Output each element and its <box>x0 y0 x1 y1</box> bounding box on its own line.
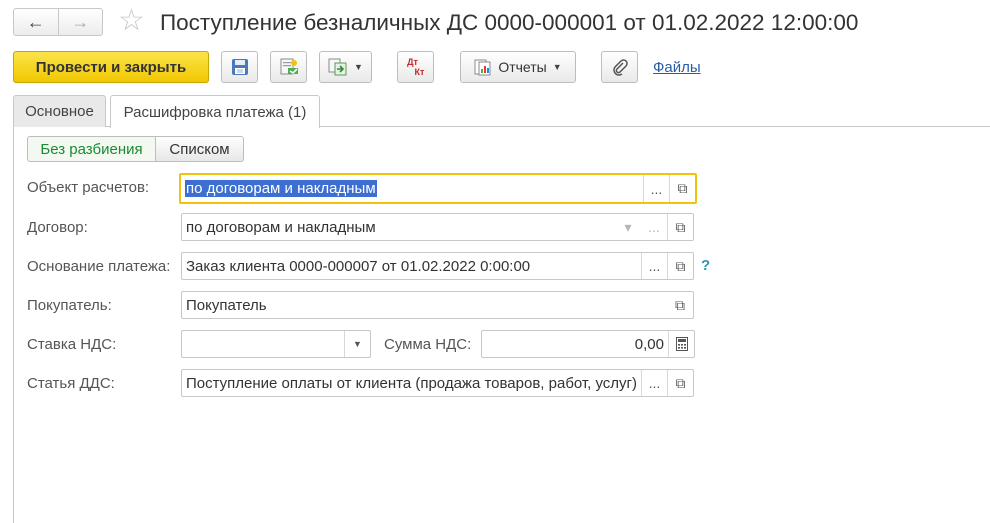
buyer-value: Покупатель <box>186 296 267 314</box>
post-and-close-button[interactable]: Провести и закрыть <box>13 51 209 83</box>
ellipsis-button[interactable]: ... <box>641 214 667 240</box>
basis-value: Заказ клиента 0000-000007 от 01.02.2022 … <box>186 257 531 275</box>
page-title: Поступление безналичных ДС 0000-000001 о… <box>160 10 859 35</box>
floppy-disk-icon <box>231 59 248 75</box>
no-split-option[interactable]: Без разбиения <box>27 136 156 162</box>
dropdown-arrow-icon[interactable]: ▾ <box>615 214 641 240</box>
back-button[interactable]: ← <box>14 9 58 35</box>
vat-rate-label: Ставка НДС: <box>27 336 117 353</box>
reports-icon <box>474 59 491 76</box>
post-document-icon <box>280 58 298 75</box>
chevron-down-icon: ▼ <box>354 62 363 72</box>
create-based-on-icon <box>328 58 347 76</box>
save-button[interactable] <box>221 51 258 83</box>
attach-button[interactable] <box>601 51 638 83</box>
contract-label: Договор: <box>27 219 88 236</box>
open-icon[interactable]: ⧉ <box>667 253 693 279</box>
arrow-left-icon: ← <box>26 11 45 32</box>
tab-payment-details[interactable]: Расшифровка платежа (1) <box>110 95 320 128</box>
open-icon[interactable]: ⧉ <box>667 370 693 396</box>
object-value: по договорам и накладным <box>185 180 377 197</box>
vat-rate-value <box>182 331 344 357</box>
ellipsis-button[interactable]: ... <box>641 370 667 396</box>
open-icon[interactable]: ⧉ <box>667 214 693 240</box>
vat-sum-value: 0,00 <box>634 335 664 353</box>
kt-label: Кт <box>414 67 425 77</box>
contract-field[interactable]: по договорам и накладным ▾ ... ⧉ <box>181 213 694 241</box>
cashflow-label: Статья ДДС: <box>27 375 115 392</box>
help-icon[interactable]: ? <box>701 257 710 274</box>
tab-main[interactable]: Основное <box>13 95 106 127</box>
create-based-on-button[interactable]: ▼ <box>319 51 372 83</box>
vat-rate-select[interactable]: ▼ <box>181 330 371 358</box>
object-label: Объект расчетов: <box>27 179 150 196</box>
vat-sum-label: Сумма НДС: <box>384 336 472 353</box>
reports-button[interactable]: Отчеты ▼ <box>460 51 576 83</box>
ellipsis-button[interactable]: ... <box>641 253 667 279</box>
calculator-button[interactable] <box>668 331 694 357</box>
forward-button[interactable]: → <box>57 9 103 35</box>
cashflow-field[interactable]: Поступление оплаты от клиента (продажа т… <box>181 369 694 397</box>
navigation-buttons: ← → <box>13 8 103 36</box>
dt-label: Дт <box>407 57 418 67</box>
arrow-right-icon: → <box>71 11 90 32</box>
paperclip-icon <box>612 59 628 76</box>
basis-label: Основание платежа: <box>27 258 171 275</box>
panel-left-border <box>13 126 14 523</box>
chevron-down-icon[interactable]: ▼ <box>344 331 370 357</box>
vat-sum-field[interactable]: 0,00 <box>481 330 695 358</box>
contract-value: по договорам и накладным <box>186 218 376 236</box>
buyer-field[interactable]: Покупатель ⧉ <box>181 291 694 319</box>
dt-kt-button[interactable]: Дт Кт <box>397 51 434 83</box>
list-option[interactable]: Списком <box>156 136 244 162</box>
star-icon[interactable]: ☆ <box>118 6 145 36</box>
open-icon[interactable]: ⧉ <box>669 175 695 202</box>
ellipsis-button[interactable]: ... <box>643 175 669 202</box>
post-document-button[interactable] <box>270 51 307 83</box>
open-icon[interactable]: ⧉ <box>667 292 693 318</box>
object-field[interactable]: по договорам и накладным ... ⧉ <box>179 173 697 204</box>
calculator-icon <box>675 337 688 351</box>
buyer-label: Покупатель: <box>27 297 112 314</box>
basis-field[interactable]: Заказ клиента 0000-000007 от 01.02.2022 … <box>181 252 694 280</box>
cashflow-value: Поступление оплаты от клиента (продажа т… <box>186 374 638 392</box>
reports-label: Отчеты <box>498 59 547 75</box>
chevron-down-icon: ▼ <box>552 62 562 72</box>
files-link[interactable]: Файлы <box>653 59 701 76</box>
